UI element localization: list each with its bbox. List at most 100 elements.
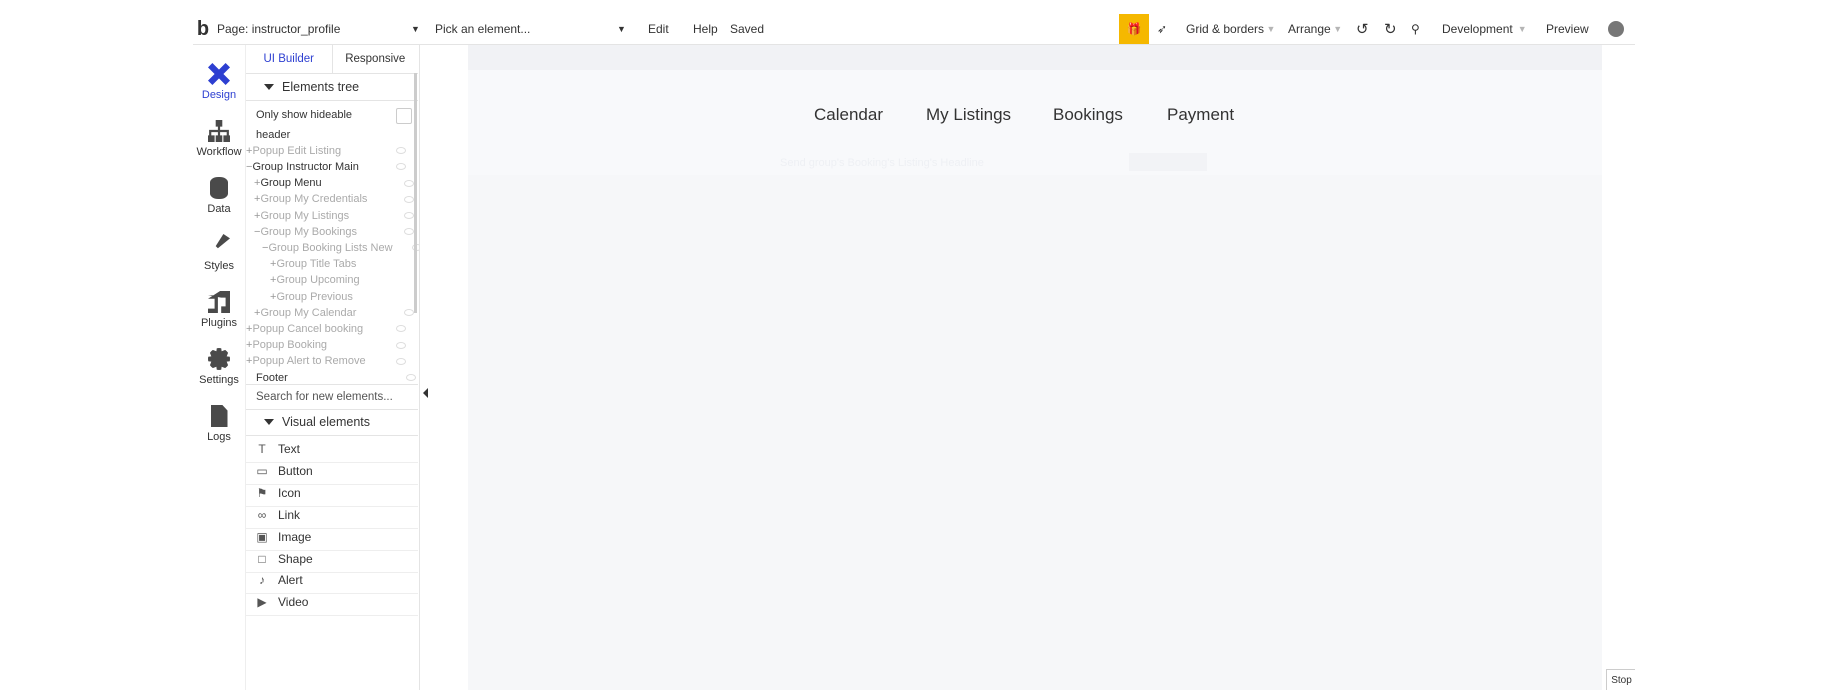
eye-icon[interactable] [404, 228, 414, 236]
page-canvas[interactable]: Calendar My Listings Bookings Payment Se… [468, 45, 1602, 690]
top-toolbar: b Page: instructor_profile ▼ Pick an ele… [193, 14, 1635, 45]
visual-element-label: Shape [278, 551, 313, 566]
bubble-editor: b Page: instructor_profile ▼ Pick an ele… [193, 14, 1635, 690]
eye-icon[interactable] [396, 357, 406, 365]
main-nav: Design Workflow Data Styles Plugins Sett… [193, 45, 246, 690]
only-hideable-label: Only show hideable [256, 109, 353, 121]
eye-icon[interactable] [396, 163, 406, 171]
nav-logs-label: Logs [207, 431, 231, 443]
save-status: Saved [730, 22, 765, 36]
search-icon[interactable]: ⚲ [1411, 14, 1420, 44]
chevron-down-icon[interactable]: ▼ [411, 14, 420, 44]
element-search-input[interactable]: Search for new elements... [246, 384, 418, 410]
gift-icon[interactable]: 🎁 [1119, 14, 1149, 44]
grid-borders-menu[interactable]: Grid & borders ▼ [1186, 14, 1275, 44]
preview-link[interactable]: Preview [1546, 14, 1589, 44]
eye-icon[interactable] [404, 195, 414, 203]
panel-tabs: UI Builder Responsive [246, 45, 418, 74]
chevron-down-icon[interactable]: ▼ [617, 14, 626, 44]
nav-plugins[interactable]: Plugins [193, 287, 245, 341]
redo-icon[interactable]: ↻ [1384, 14, 1397, 44]
eye-icon[interactable] [396, 341, 406, 349]
page-selector[interactable]: Page: instructor_profile [217, 14, 340, 44]
caret-down-icon [264, 419, 274, 425]
stop-button[interactable]: Stop [1606, 669, 1635, 690]
tree-item-label: Group My Bookings [260, 225, 358, 238]
panel-collapse-handle[interactable] [419, 45, 435, 690]
arrange-menu[interactable]: Arrange ▼ [1288, 14, 1342, 44]
elements-tree-header[interactable]: Elements tree [246, 74, 418, 101]
chevron-down-icon: ▼ [1512, 24, 1527, 34]
tree-item-label: Popup Edit Listing [252, 144, 342, 157]
elements-panel: UI Builder Responsive Elements tree Only… [246, 45, 430, 690]
visual-element-label: Video [278, 595, 309, 610]
nav-data[interactable]: Data [193, 173, 245, 227]
tree-item-label: Group My Listings [260, 209, 350, 222]
caret-down-icon [264, 84, 274, 90]
tree-scrollbar[interactable] [414, 73, 417, 313]
tree-item-label: Group My Credentials [260, 193, 368, 206]
brush-icon [215, 234, 230, 249]
visual-elements-title: Visual elements [282, 415, 371, 429]
nav-data-label: Data [207, 203, 231, 215]
elements-tree-title: Elements tree [282, 80, 360, 94]
tree-item-label: Popup Alert to Remove [252, 355, 366, 368]
menu-my-listings[interactable]: My Listings [926, 105, 1011, 125]
tree-item-label: Group Menu [260, 177, 322, 190]
only-hideable-toggle[interactable]: Only show hideable [246, 104, 422, 126]
plugin-icon [208, 291, 230, 313]
eye-icon[interactable] [404, 179, 414, 187]
undo-icon[interactable]: ↺ [1356, 14, 1369, 44]
bubble-logo[interactable]: b [193, 14, 213, 44]
tree-item-label: Group Booking Lists New [268, 241, 393, 254]
account-icon[interactable] [1607, 14, 1625, 44]
eye-icon[interactable] [404, 212, 414, 219]
tree-item-label: Group Title Tabs [276, 258, 357, 271]
nav-design[interactable]: Design [193, 59, 245, 113]
visual-element-label: Alert [278, 573, 303, 588]
nav-logs[interactable]: Logs [193, 401, 245, 455]
nav-styles-label: Styles [204, 260, 234, 272]
menu-calendar[interactable]: Calendar [814, 105, 883, 125]
visual-element-label: Button [278, 463, 313, 478]
visual-element-label: Icon [278, 485, 301, 500]
eye-icon[interactable] [406, 374, 416, 381]
nav-settings[interactable]: Settings [193, 344, 245, 398]
tree-item-label: Popup Booking [252, 339, 328, 352]
edit-menu[interactable]: Edit [648, 14, 669, 44]
visual-element-label: Text [278, 442, 301, 456]
environment-label: Development [1442, 22, 1513, 36]
pointer-icon[interactable]: ➶ [1157, 14, 1167, 44]
faint-headline-text: Send group's Booking's Listing's Headlin… [780, 157, 984, 169]
help-menu[interactable]: Help [693, 14, 718, 44]
menu-bookings[interactable]: Bookings [1053, 105, 1123, 125]
nav-settings-label: Settings [199, 374, 239, 386]
tree-item-label: Group Instructor Main [252, 160, 359, 173]
element-search-placeholder: Search for new elements... [256, 391, 393, 403]
text-icon: T [258, 442, 266, 456]
eye-icon[interactable] [396, 147, 406, 155]
database-icon [210, 177, 228, 199]
grid-borders-label: Grid & borders [1186, 22, 1265, 36]
menu-payment[interactable]: Payment [1167, 105, 1234, 125]
nav-styles[interactable]: Styles [193, 230, 245, 284]
tab-ui-builder[interactable]: UI Builder [246, 45, 333, 73]
eye-icon[interactable] [396, 325, 406, 333]
nav-workflow[interactable]: Workflow [193, 116, 245, 170]
visual-elements-header[interactable]: Visual elements [246, 409, 418, 436]
design-icon [208, 63, 230, 85]
visual-element-label: Link [278, 507, 301, 522]
tree-item-label: Popup Cancel booking [252, 322, 364, 335]
tab-responsive[interactable]: Responsive [333, 45, 419, 73]
only-hideable-checkbox[interactable] [396, 108, 412, 124]
header-element[interactable] [468, 45, 1602, 70]
environment-menu[interactable]: Development ▼ [1442, 14, 1527, 44]
nav-design-label: Design [201, 89, 237, 101]
flag-icon: ⚑ [256, 485, 268, 500]
element-picker[interactable]: Pick an element... [435, 14, 530, 44]
canvas-body[interactable] [468, 175, 1602, 690]
eye-icon[interactable] [404, 309, 414, 317]
arrange-label: Arrange [1288, 22, 1331, 36]
visual-element-video[interactable]: ▶ Video [246, 589, 418, 617]
button-icon: ▭ [256, 463, 268, 478]
